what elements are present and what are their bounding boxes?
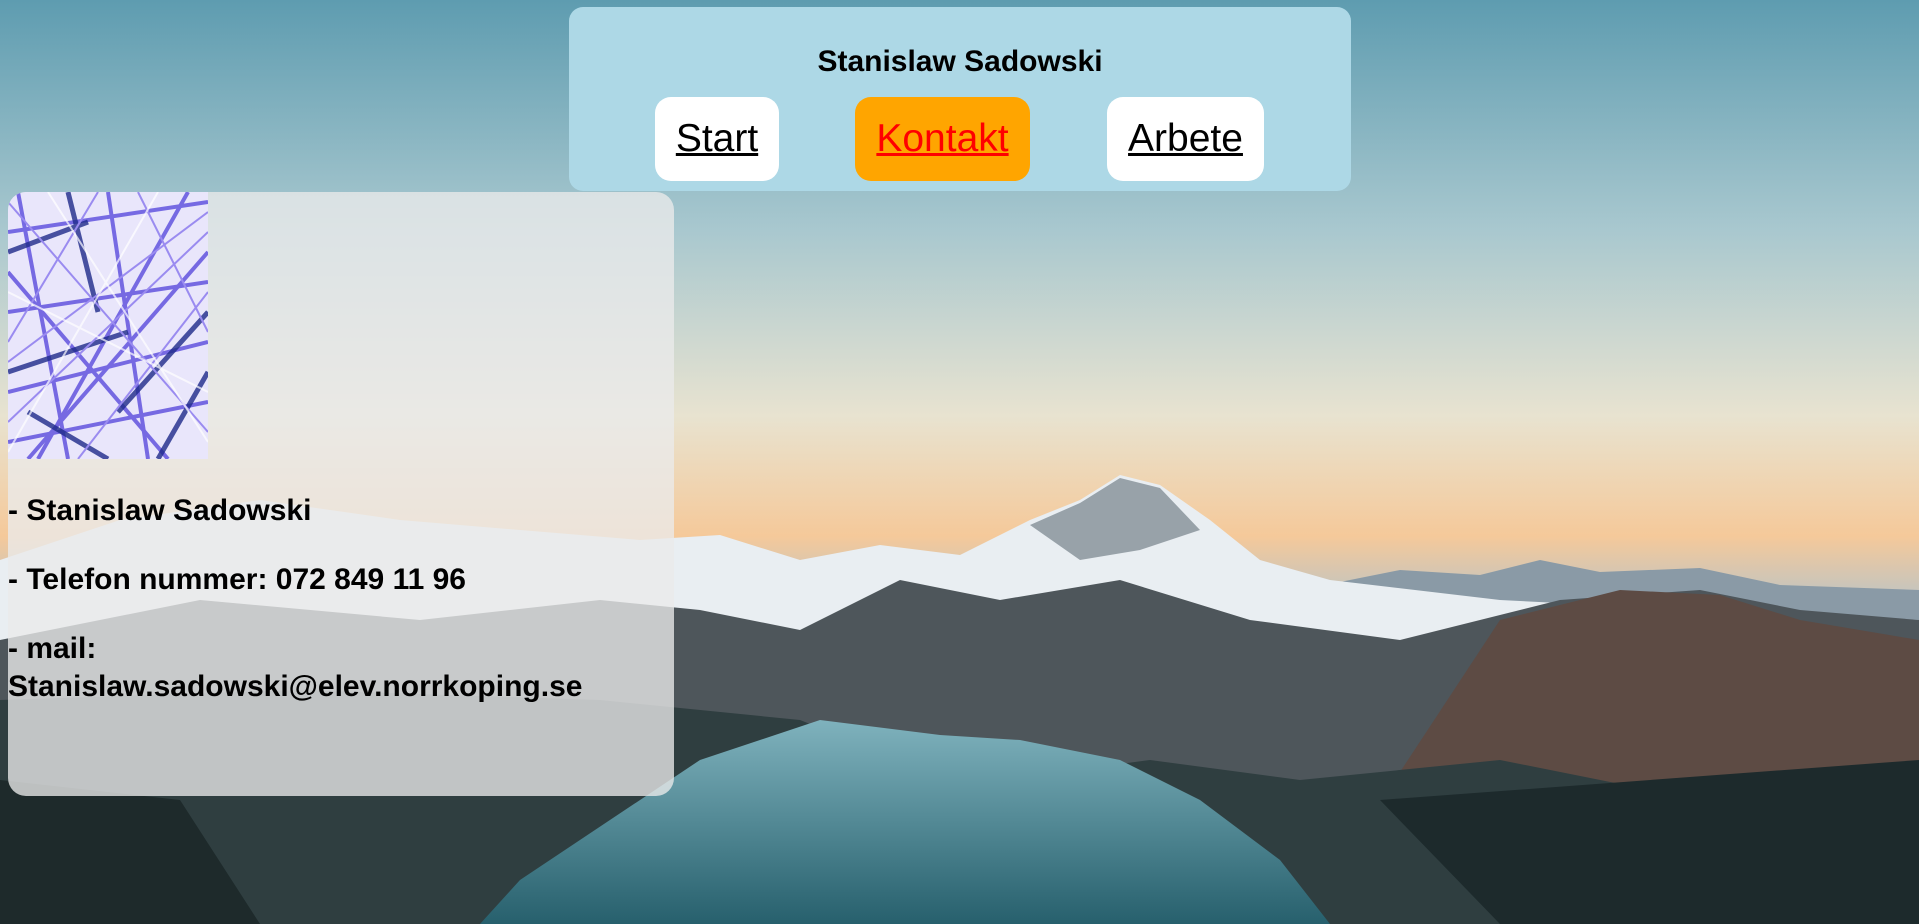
site-title: Stanislaw Sadowski — [817, 45, 1103, 78]
nav-arbete-button[interactable]: Arbete — [1107, 97, 1264, 181]
profile-image — [8, 192, 208, 459]
contact-mail: Stanislaw.sadowski@elev.norrkoping.se — [8, 670, 583, 703]
contact-card: - Stanislaw Sadowski - Telefon nummer: 0… — [8, 192, 674, 796]
nav-kontakt-button[interactable]: Kontakt — [855, 97, 1030, 181]
nav-start-button[interactable]: Start — [655, 97, 779, 181]
contact-mail-label: - mail: — [8, 632, 97, 665]
contact-phone: - Telefon nummer: 072 849 11 96 — [8, 563, 466, 596]
contact-name: - Stanislaw Sadowski — [8, 494, 312, 527]
site-header: Stanislaw Sadowski Start Kontakt Arbete — [569, 7, 1351, 191]
